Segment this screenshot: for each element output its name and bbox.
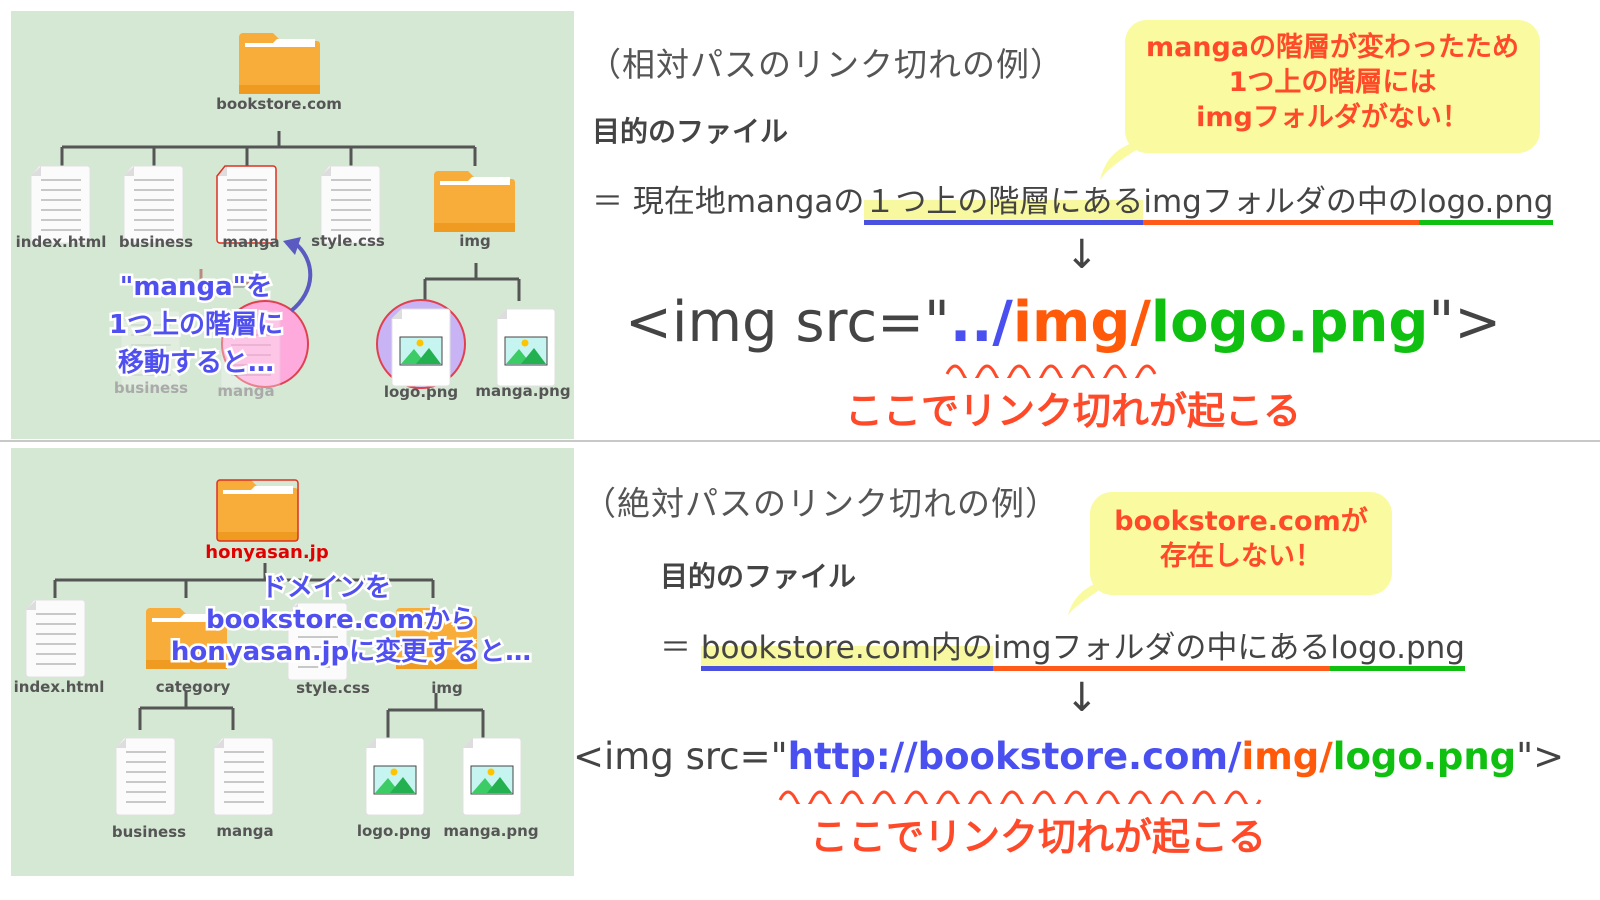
bubble-line-2: 存在しない！ [1160,541,1322,573]
label-category: category [156,678,231,696]
down-arrow-icon: ↓ [1065,675,1099,721]
eq-part-logo-file: logo.png [1418,184,1554,225]
file-icon-index [25,599,86,678]
image-icon-logo [365,737,425,816]
image-icon-logo [391,308,451,387]
down-arrow-icon: ↓ [1065,232,1099,278]
section2-speech-bubble: bookstore.comが 存在しない！ [1090,492,1392,595]
overlay-text-line-3: honyasan.jpに変更すると… [171,636,531,667]
code-filename: logo.png [1332,735,1517,778]
code-img-dir: img/ [1012,290,1151,355]
overlay-text-line-1: ドメインを [261,573,391,603]
root-label: honyasan.jp [205,542,329,563]
file-icon-business [115,737,176,816]
eq-part-domain: bookstore.com内の [700,630,993,671]
code-parent-dir: ../ [949,290,1013,355]
bubble-line-2: 1つ上の階層には [1228,67,1437,99]
relative-path-tree-panel: bookstore.com index.html business manga … [11,11,574,439]
image-icon-manga-png [496,308,556,387]
relative-tree-diagram: bookstore.com index.html business manga … [16,33,571,401]
bubble-line-3: imgフォルダがない！ [1196,102,1469,134]
code-prefix: <img src=" [573,735,788,778]
label-logo: logo.png [384,383,458,401]
label-manga: manga [216,822,273,840]
eq-part-logo-file: logo.png [1330,630,1465,671]
label-style: style.css [296,679,370,697]
label-index: index.html [14,678,105,696]
section1-speech-bubble: mangaの階層が変わったため 1つ上の階層には imgフォルダがない！ [1125,20,1540,153]
overlay-text-line-1: "manga"を [120,272,272,302]
label-manga: manga [222,233,279,251]
label-manga-png: manga.png [475,382,570,400]
label-index: index.html [16,233,107,251]
file-icon-manga [216,165,277,244]
section1-heading: （相対パスのリンク切れの例） [588,45,1064,84]
code-prefix: <img src=" [625,290,950,355]
section2-code: <img src="http://bookstore.com/img/logo.… [573,735,1564,778]
section2-warning: ここでリンク切れが起こる [810,815,1267,859]
overlay-text-line-3: 移動すると… [118,348,274,378]
section2-equation: ＝ bookstore.com内のimgフォルダの中にあるlogo.png [660,622,1465,671]
label-style: style.css [311,232,385,250]
bubble-line-1: mangaの階層が変わったため [1145,32,1520,63]
folder-icon-img [434,171,515,232]
absolute-path-tree-panel: honyasan.jp index.html category style.cs… [11,448,574,876]
section2-heading: （絶対パスのリンク切れの例） [583,484,1059,523]
eq-part-img-folder: imgフォルダの中の [1143,184,1419,225]
wavy-underline-2 [778,790,1262,804]
bubble-line-1: bookstore.comが [1114,506,1368,537]
code-filename: logo.png [1150,290,1429,355]
eq-part-img-folder: imgフォルダの中にある [992,630,1331,671]
image-icon-manga-png [462,737,522,816]
overlay-text-line-2: 1つ上の階層に [109,310,283,340]
section1-equation: ＝ 現在地mangaの１つ上の階層にあるimgフォルダの中のlogo.png [592,176,1554,225]
section-divider [0,440,1600,442]
eq-prefix: ＝ 現在地mangaの [592,184,865,220]
section1-code: <img src="../img/logo.png"> [625,290,1501,355]
code-domain-url: http://bookstore.com/ [787,735,1242,778]
file-icon-business [123,165,184,244]
label-img: img [431,679,463,697]
label-business: business [112,823,186,841]
folder-icon-root [216,479,299,542]
eq-part-parent-level: １つ上の階層にある [864,184,1144,225]
code-suffix: "> [1516,735,1565,778]
label-business: business [119,233,193,251]
code-suffix: "> [1428,290,1502,355]
faded-label-manga: manga [217,382,274,400]
faded-label-business: business [114,379,188,397]
overlay-text-line-2: bookstore.comから [206,605,476,635]
code-img-dir: img/ [1241,735,1333,778]
file-icon-index [30,165,91,244]
section1-target-label: 目的のファイル [592,115,789,148]
label-manga-png: manga.png [443,822,538,840]
file-icon-manga [213,737,274,816]
label-img: img [459,232,491,250]
section1-warning: ここでリンク切れが起こる [845,389,1302,433]
root-label: bookstore.com [216,95,342,113]
wavy-underline-1 [945,364,1157,378]
section2-target-label: 目的のファイル [660,560,857,593]
eq-prefix: ＝ [660,630,701,666]
absolute-tree-diagram: honyasan.jp index.html category style.cs… [14,479,539,841]
folder-icon-root [239,33,320,94]
label-logo: logo.png [357,822,431,840]
